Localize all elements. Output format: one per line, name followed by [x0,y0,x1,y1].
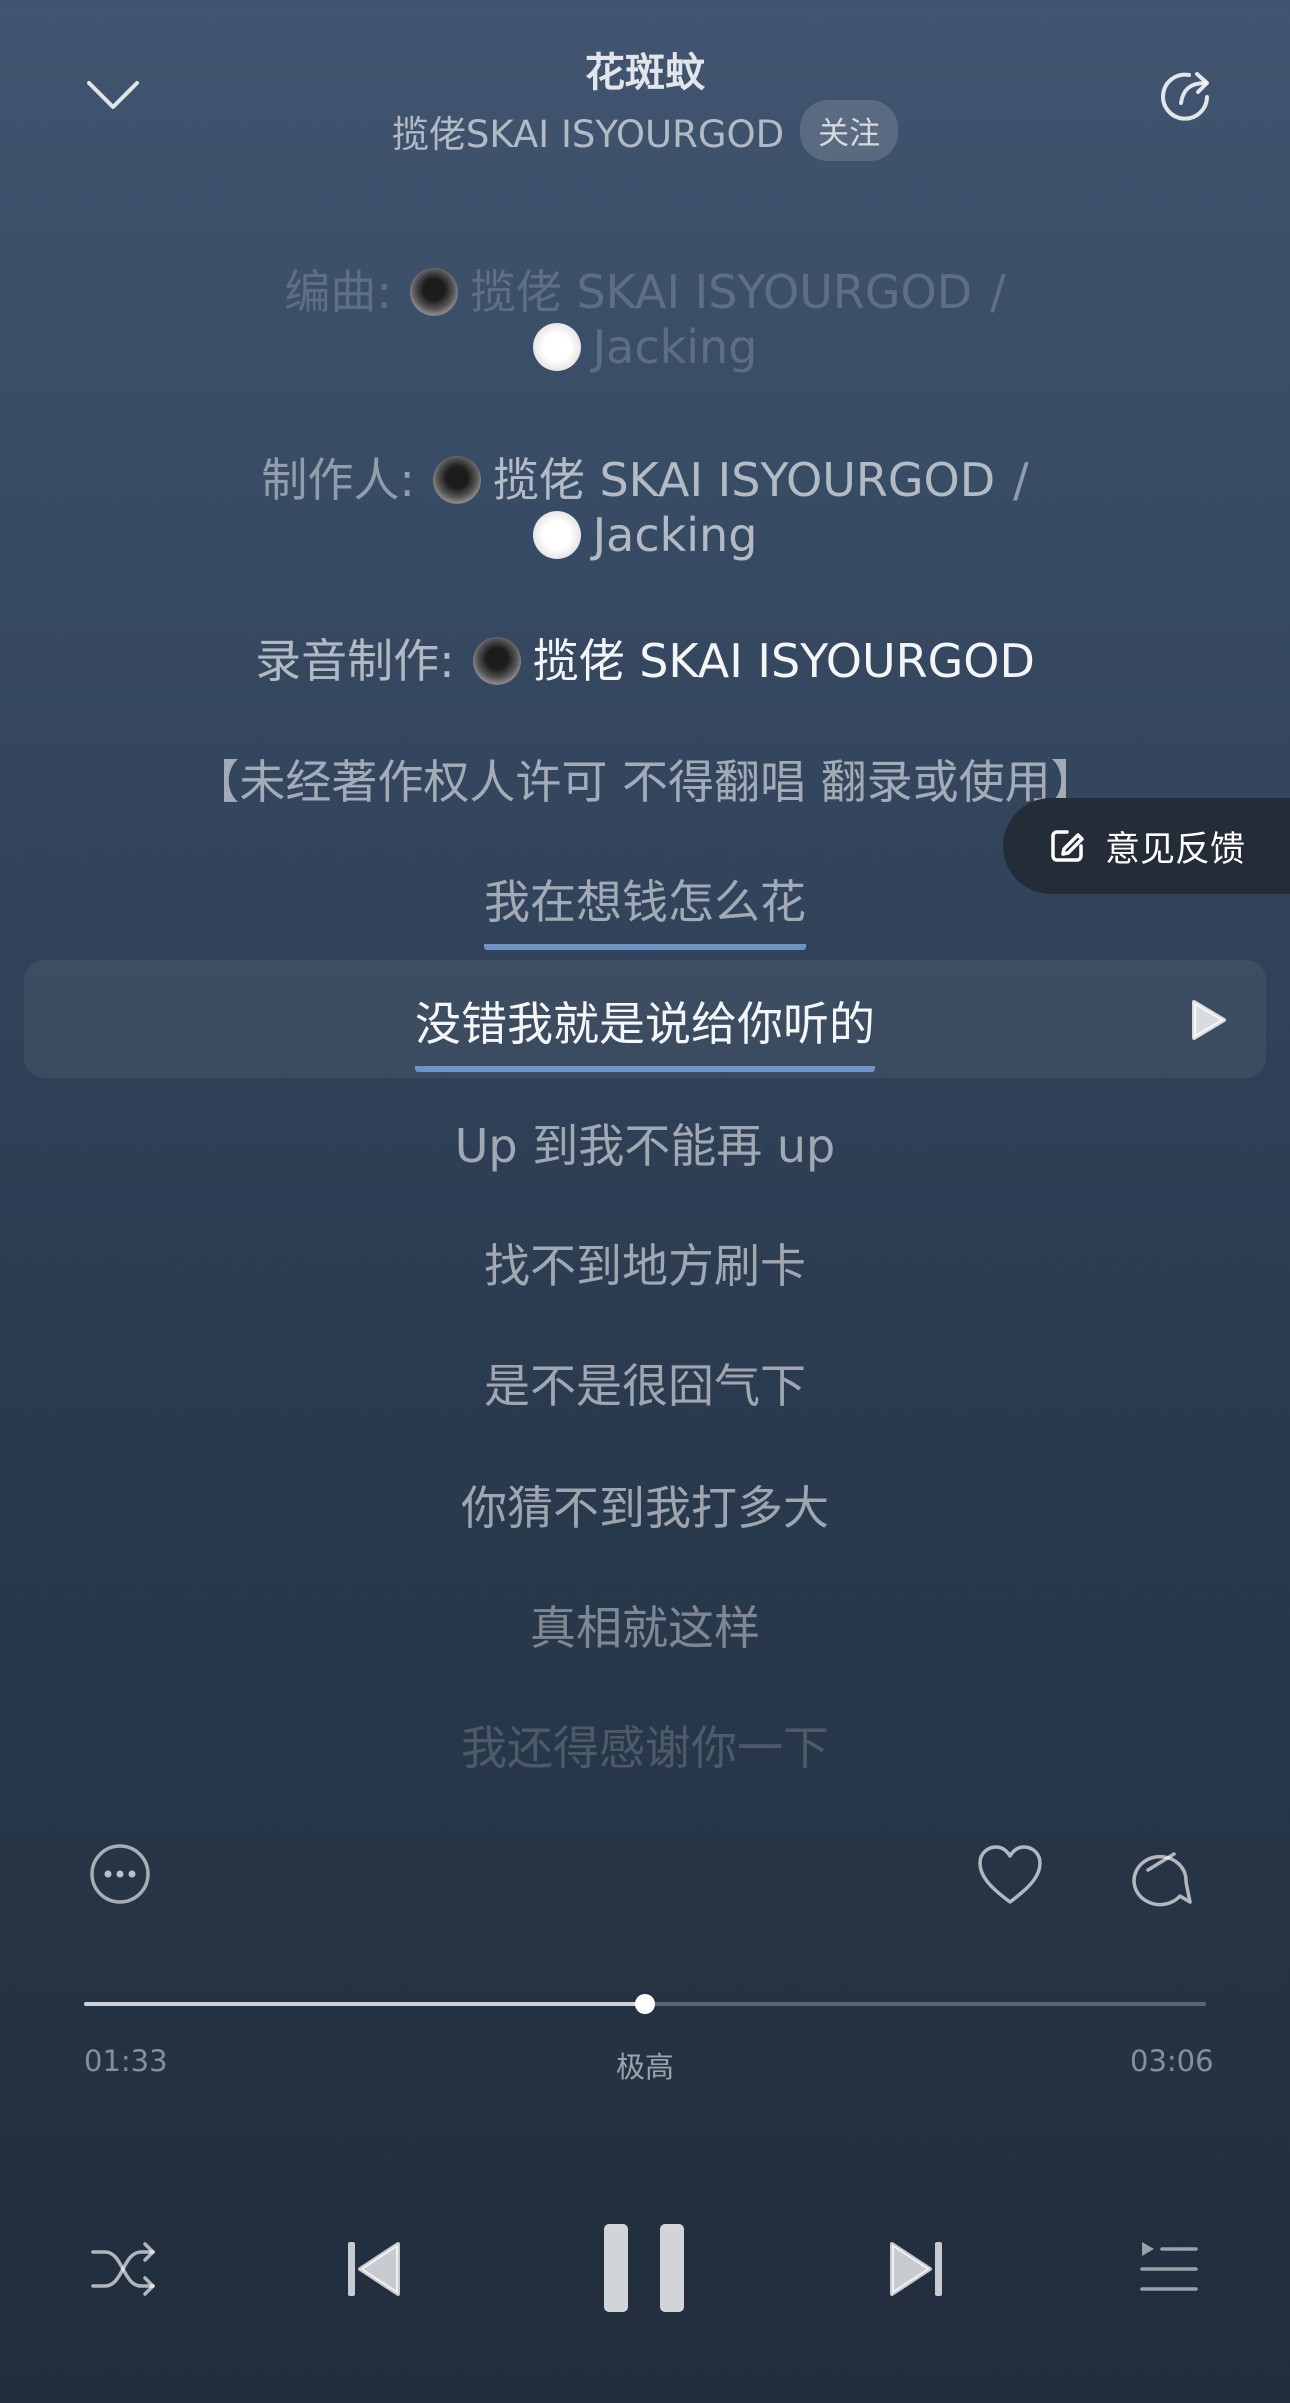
progress-thumb[interactable] [635,1994,655,2014]
shuffle-button[interactable] [86,2234,162,2304]
lyric-line[interactable]: 找不到地方刷卡 [0,1230,1290,1296]
more-button[interactable] [88,1842,152,1906]
artist-name[interactable]: 揽佬SKAI ISYOURGOD [392,104,784,158]
lyric-text: 没错我就是说给你听的 [415,988,875,1072]
shuffle-icon [91,2242,155,2296]
playlist-icon [1140,2242,1198,2291]
credit-name[interactable]: Jacking [593,320,758,374]
lyric-line[interactable]: 是不是很囧气下 [0,1350,1290,1416]
quality-selector[interactable]: 极高 [0,2044,1290,2086]
credit-separator: / [990,265,1006,319]
heart-icon [978,1845,1042,1904]
lyric-text: 我在想钱怎么花 [484,866,806,950]
credit-label: 编曲: [284,265,392,319]
pause-icon [604,2224,684,2312]
follow-button[interactable]: 关注 [800,100,899,161]
avatar[interactable] [472,637,521,685]
playlist-button[interactable] [1134,2234,1204,2304]
quality-label[interactable]: 极高 [616,2050,674,2084]
comment-button[interactable] [1132,1840,1198,1910]
avatar[interactable] [409,268,458,316]
credit-name[interactable]: 揽佬 SKAI ISYOURGOD [493,453,995,507]
lyric-line[interactable]: 我还得感谢你一下 [0,1712,1290,1778]
previous-icon [348,2242,400,2296]
next-button[interactable] [880,2234,952,2304]
lyric-line[interactable]: Up 到我不能再 up [0,1110,1290,1176]
share-button[interactable] [1148,58,1224,134]
edit-icon [1051,830,1084,862]
more-icon [90,1844,150,1904]
avatar[interactable] [532,511,581,559]
credit-arranger: 编曲: 揽佬 SKAI ISYOURGOD / [0,256,1290,322]
credit-recording: 录音制作: 揽佬 SKAI ISYOURGOD [0,625,1290,691]
previous-button[interactable] [338,2234,410,2304]
credit-name[interactable]: Jacking [593,508,758,562]
avatar[interactable] [532,323,581,371]
avatar[interactable] [432,456,481,504]
credit-producer-2: Jacking [0,508,1290,562]
play-from-line-button[interactable] [1188,998,1228,1042]
lyric-line[interactable]: 你猜不到我打多大 [0,1472,1290,1538]
lyric-line-current[interactable]: 没错我就是说给你听的 [0,988,1290,1072]
credit-name[interactable]: 揽佬 SKAI ISYOURGOD [533,634,1035,688]
play-icon [1192,1000,1226,1040]
song-title: 花斑蚊 [585,50,705,96]
lyric-line[interactable]: 真相就这样 [0,1592,1290,1658]
credit-producer: 制作人: 揽佬 SKAI ISYOURGOD / [0,444,1290,510]
credit-separator: / [1013,453,1029,507]
next-icon [890,2242,942,2296]
total-time: 03:06 [1130,2044,1214,2078]
comment-icon [1132,1852,1192,1907]
artist-row: 揽佬SKAI ISYOURGOD 关注 [0,100,1290,161]
feedback-label: 意见反馈 [1105,829,1246,870]
credit-arranger-2: Jacking [0,320,1290,374]
credit-name[interactable]: 揽佬 SKAI ISYOURGOD [470,265,972,319]
feedback-button[interactable]: 意见反馈 [1003,798,1290,894]
pause-button[interactable] [596,2218,692,2318]
credit-label: 制作人: [261,453,415,507]
progress-fill [84,2002,645,2006]
like-button[interactable] [974,1842,1046,1908]
credit-label: 录音制作: [255,634,455,688]
share-icon [1161,72,1209,121]
